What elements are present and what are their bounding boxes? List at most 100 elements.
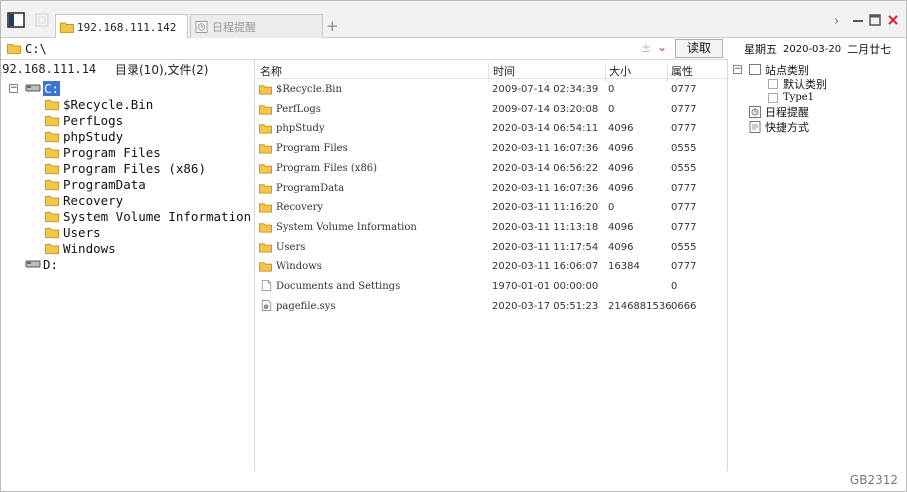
tree-item-phpstudy[interactable]: phpStudy — [45, 128, 123, 144]
file-time: 2020-03-11 16:07:36 — [492, 143, 599, 155]
tree-item-label: Program Files (x86) — [63, 160, 206, 176]
file-list-pane: 名称 时间 大小 属性 $Recycle.Bin 2009-07-14 02:34… — [255, 60, 728, 471]
file-row[interactable]: Users 2020-03-11 11:17:54 4096 0555 — [255, 240, 728, 256]
minimize-icon — [853, 20, 863, 22]
file-time: 1970-01-01 00:00:00 — [492, 281, 599, 292]
folder-icon — [45, 195, 59, 206]
tree-item-program-files-x86[interactable]: Program Files (x86) — [45, 160, 206, 176]
chevron-down-icon[interactable]: ⌄ — [657, 40, 667, 54]
item-counts: 目录(10),文件(2) — [115, 62, 209, 77]
file-row[interactable]: ProgramData 2020-03-11 16:07:36 4096 0777 — [255, 181, 728, 197]
column-header-size[interactable]: 大小 — [609, 63, 631, 79]
column-header-name[interactable]: 名称 — [260, 63, 282, 79]
column-divider[interactable] — [488, 63, 489, 82]
file-row[interactable]: phpStudy 2020-03-14 06:54:11 4096 0777 — [255, 121, 728, 137]
tab-schedule[interactable]: 日程提醒 — [190, 14, 323, 38]
file-attr: 0777 — [671, 84, 697, 95]
file-attr: 0777 — [671, 261, 697, 273]
panel-toggle-icon[interactable] — [7, 11, 25, 29]
column-header-time[interactable]: 时间 — [493, 63, 515, 79]
folder-icon — [259, 223, 272, 233]
checkbox[interactable] — [768, 92, 778, 103]
maximize-icon — [869, 14, 881, 26]
file-row[interactable]: Program Files 2020-03-11 16:07:36 4096 0555 — [255, 141, 728, 157]
tree-item-program-files[interactable]: Program Files — [45, 144, 161, 160]
file-attr: 0777 — [671, 182, 697, 194]
tree-item-label: PerfLogs — [63, 112, 124, 128]
file-time: 2020-03-14 06:54:11 — [492, 123, 599, 135]
minimize-button[interactable] — [852, 14, 864, 30]
checkbox[interactable] — [768, 78, 778, 89]
tree-item-label: Program Files — [63, 144, 161, 160]
tree-drive-c[interactable]: C: — [25, 80, 61, 96]
column-divider[interactable] — [605, 63, 606, 82]
next-tab-button[interactable]: › — [834, 14, 839, 29]
read-button[interactable]: 读取 — [675, 39, 723, 58]
file-attr: 0777 — [671, 221, 697, 233]
maximize-button[interactable] — [869, 14, 881, 30]
tab-remote-host[interactable]: 192.168.111.142 — [55, 14, 188, 39]
tab-bar: 192.168.111.142 日程提醒 + › — [1, 1, 906, 39]
folder-icon — [259, 164, 272, 174]
file-attr: 0777 — [671, 202, 697, 214]
file-row[interactable]: $Recycle.Bin 2009-07-14 02:34:39 0 0777 — [255, 82, 728, 98]
tree-item-system-volume-information[interactable]: System Volume Information — [45, 208, 251, 224]
file-row[interactable]: pagefile.sys 2020-03-17 05:51:23 214688153… — [255, 299, 728, 315]
column-header-attr[interactable]: 属性 — [671, 63, 693, 79]
file-size: 2146881536 — [608, 300, 672, 312]
collapse-toggle[interactable]: − — [733, 65, 742, 74]
file-size: 0 — [608, 202, 615, 214]
tree-item-label: Users — [63, 224, 101, 240]
file-row[interactable]: Windows 2020-03-11 16:06:07 16384 0777 — [255, 259, 728, 275]
file-name: pagefile.sys — [276, 300, 336, 312]
tree-item-perflogs[interactable]: PerfLogs — [45, 112, 123, 128]
site-category-pane: − 站点类别 默认类别 Type1 日程提醒 快捷方式 — [728, 60, 906, 471]
file-row[interactable]: Program Files (x86) 2020-03-14 06:56:22 40… — [255, 161, 728, 177]
file-name: Program Files — [276, 143, 348, 155]
file-attr: 0555 — [671, 241, 697, 253]
file-time: 2020-03-11 16:06:07 — [492, 261, 599, 273]
add-tab-button[interactable]: + — [326, 17, 339, 35]
file-name: System Volume Information — [276, 221, 417, 233]
tree-item-programdata[interactable]: ProgramData — [45, 176, 146, 192]
file-time: 2020-03-11 11:13:18 — [492, 221, 599, 233]
file-name: Documents and Settings — [276, 281, 401, 292]
file-name: phpStudy — [276, 123, 325, 135]
plus-minus-toggle[interactable]: ± — [641, 41, 651, 55]
file-row[interactable]: PerfLogs 2009-07-14 03:20:08 0 0777 — [255, 102, 728, 118]
host-address: 192.168.111.14 — [1, 62, 97, 76]
file-size: 0 — [608, 103, 615, 115]
date-label: 2020-03-20 — [783, 43, 842, 55]
blank-tab-icon[interactable] — [33, 11, 51, 29]
tree-drive-d[interactable]: D: — [25, 256, 58, 272]
path-input[interactable] — [25, 41, 645, 57]
file-time: 2020-03-11 11:16:20 — [492, 202, 599, 214]
folder-icon — [45, 131, 59, 142]
folder-icon — [259, 262, 272, 272]
tree-item-windows[interactable]: Windows — [45, 240, 116, 256]
schedule-item[interactable]: 日程提醒 — [749, 104, 809, 119]
folder-icon — [259, 243, 272, 253]
folder-icon — [259, 183, 272, 194]
directory-tree-pane: 192.168.111.14 目录(10),文件(2) − C: $Recycl… — [1, 60, 255, 471]
tree-item-recovery[interactable]: Recovery — [45, 192, 123, 208]
file-row[interactable]: Documents and Settings 1970-01-01 00:00:0… — [255, 279, 728, 295]
column-divider[interactable] — [667, 63, 668, 82]
file-name: $Recycle.Bin — [276, 84, 342, 95]
tree-item-users[interactable]: Users — [45, 224, 101, 240]
close-button[interactable] — [887, 14, 899, 30]
tree-item-recycle-bin[interactable]: $Recycle.Bin — [45, 96, 153, 112]
shortcut-item[interactable]: 快捷方式 — [749, 119, 809, 134]
tab-label: 日程提醒 — [212, 20, 256, 34]
file-row[interactable]: System Volume Information 2020-03-11 11:1… — [255, 220, 728, 236]
file-size: 4096 — [608, 241, 634, 253]
file-size: 4096 — [608, 123, 634, 135]
file-size: 4096 — [608, 162, 634, 174]
category-default[interactable]: 默认类别 — [768, 76, 827, 91]
file-attr: 0555 — [671, 162, 697, 174]
file-row[interactable]: Recovery 2020-03-11 11:16:20 0 0777 — [255, 200, 728, 216]
collapse-toggle[interactable]: − — [9, 84, 18, 93]
file-attr: 0555 — [671, 143, 697, 155]
folder-icon — [45, 211, 59, 222]
file-size: 4096 — [608, 221, 634, 233]
